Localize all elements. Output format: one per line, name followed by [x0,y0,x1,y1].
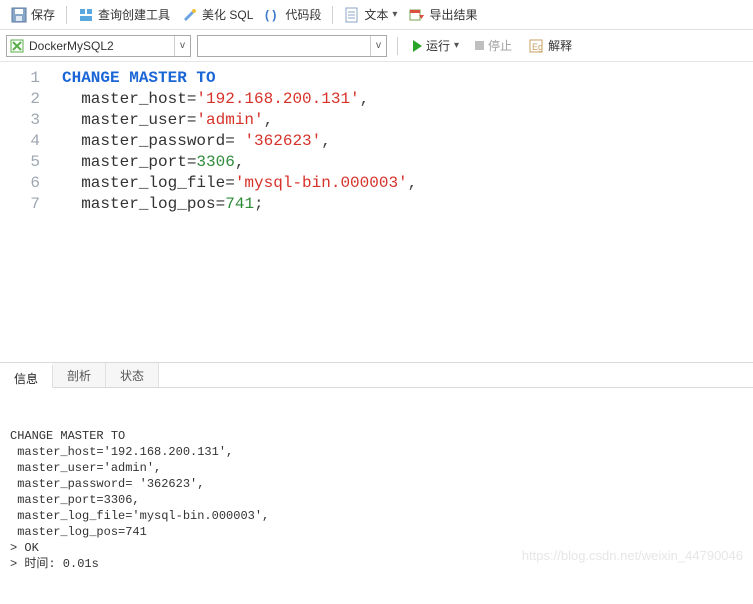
database-select[interactable]: v [197,35,387,57]
watermark: https://blog.csdn.net/weixin_44790046 [522,548,743,564]
line-number: 5 [0,152,40,173]
output-panel[interactable]: CHANGE MASTER TO master_host='192.168.20… [0,388,753,588]
beautify-label: 美化 SQL [202,6,253,23]
tab-profile[interactable]: 剖析 [53,363,106,387]
code-line: master_log_pos=741; [62,194,753,215]
svg-text:( ): ( ) [265,8,276,22]
code-line: master_password= '362623', [62,131,753,152]
code-snippet-label: 代码段 [285,6,321,23]
explain-button[interactable]: Eg 解释 [523,34,577,57]
export-icon [409,7,425,23]
connection-value: DockerMySQL2 [25,39,174,53]
tab-status[interactable]: 状态 [106,363,159,387]
line-number: 6 [0,173,40,194]
sql-editor[interactable]: 1234567 CHANGE MASTER TO master_host='19… [0,62,753,362]
play-icon [413,40,422,52]
separator [66,6,67,24]
code-snippet-icon: ( ) [265,7,281,23]
beautify-sql-button[interactable]: 美化 SQL [177,3,258,26]
save-label: 保存 [31,6,55,23]
query-builder-button[interactable]: 查询创建工具 [73,3,175,26]
text-label: 文本 [364,6,388,23]
result-tabs: 信息 剖析 状态 [0,362,753,388]
svg-text:Eg: Eg [532,42,543,52]
dropdown-icon: ▾ [454,40,459,51]
save-icon [11,7,27,23]
stop-button[interactable]: 停止 [470,34,517,57]
line-gutter: 1234567 [0,62,54,362]
chevron-down-icon: v [370,36,386,56]
separator [397,37,398,55]
text-icon [344,7,360,23]
save-button[interactable]: 保存 [6,3,60,26]
line-number: 1 [0,68,40,89]
line-number: 7 [0,194,40,215]
tab-info[interactable]: 信息 [0,364,53,388]
line-number: 2 [0,89,40,110]
code-line: master_log_file='mysql-bin.000003', [62,173,753,194]
connection-select[interactable]: DockerMySQL2 v [6,35,191,57]
code-line: CHANGE MASTER TO [62,68,753,89]
code-line: master_port=3306, [62,152,753,173]
stop-label: 停止 [488,37,512,54]
run-label: 运行 [426,37,450,54]
explain-icon: Eg [528,38,544,54]
text-button[interactable]: 文本 ▾ [339,3,402,26]
chevron-down-icon: v [174,36,190,56]
code-line: master_user='admin', [62,110,753,131]
query-builder-label: 查询创建工具 [98,6,170,23]
separator [332,6,333,24]
line-number: 3 [0,110,40,131]
database-icon [9,38,25,54]
connection-bar: DockerMySQL2 v v 运行 ▾ 停止 Eg 解释 [0,30,753,62]
explain-label: 解释 [548,37,572,54]
run-button[interactable]: 运行 ▾ [408,34,464,57]
stop-icon [475,41,484,50]
beautify-icon [182,7,198,23]
main-toolbar: 保存 查询创建工具 美化 SQL ( ) 代码段 文本 ▾ 导出结果 [0,0,753,30]
code-snippet-button[interactable]: ( ) 代码段 [260,3,326,26]
code-line: master_host='192.168.200.131', [62,89,753,110]
query-builder-icon [78,7,94,23]
export-label: 导出结果 [429,6,477,23]
code-area[interactable]: CHANGE MASTER TO master_host='192.168.20… [54,62,753,362]
dropdown-icon: ▾ [392,9,397,20]
export-button[interactable]: 导出结果 [404,3,482,26]
line-number: 4 [0,131,40,152]
